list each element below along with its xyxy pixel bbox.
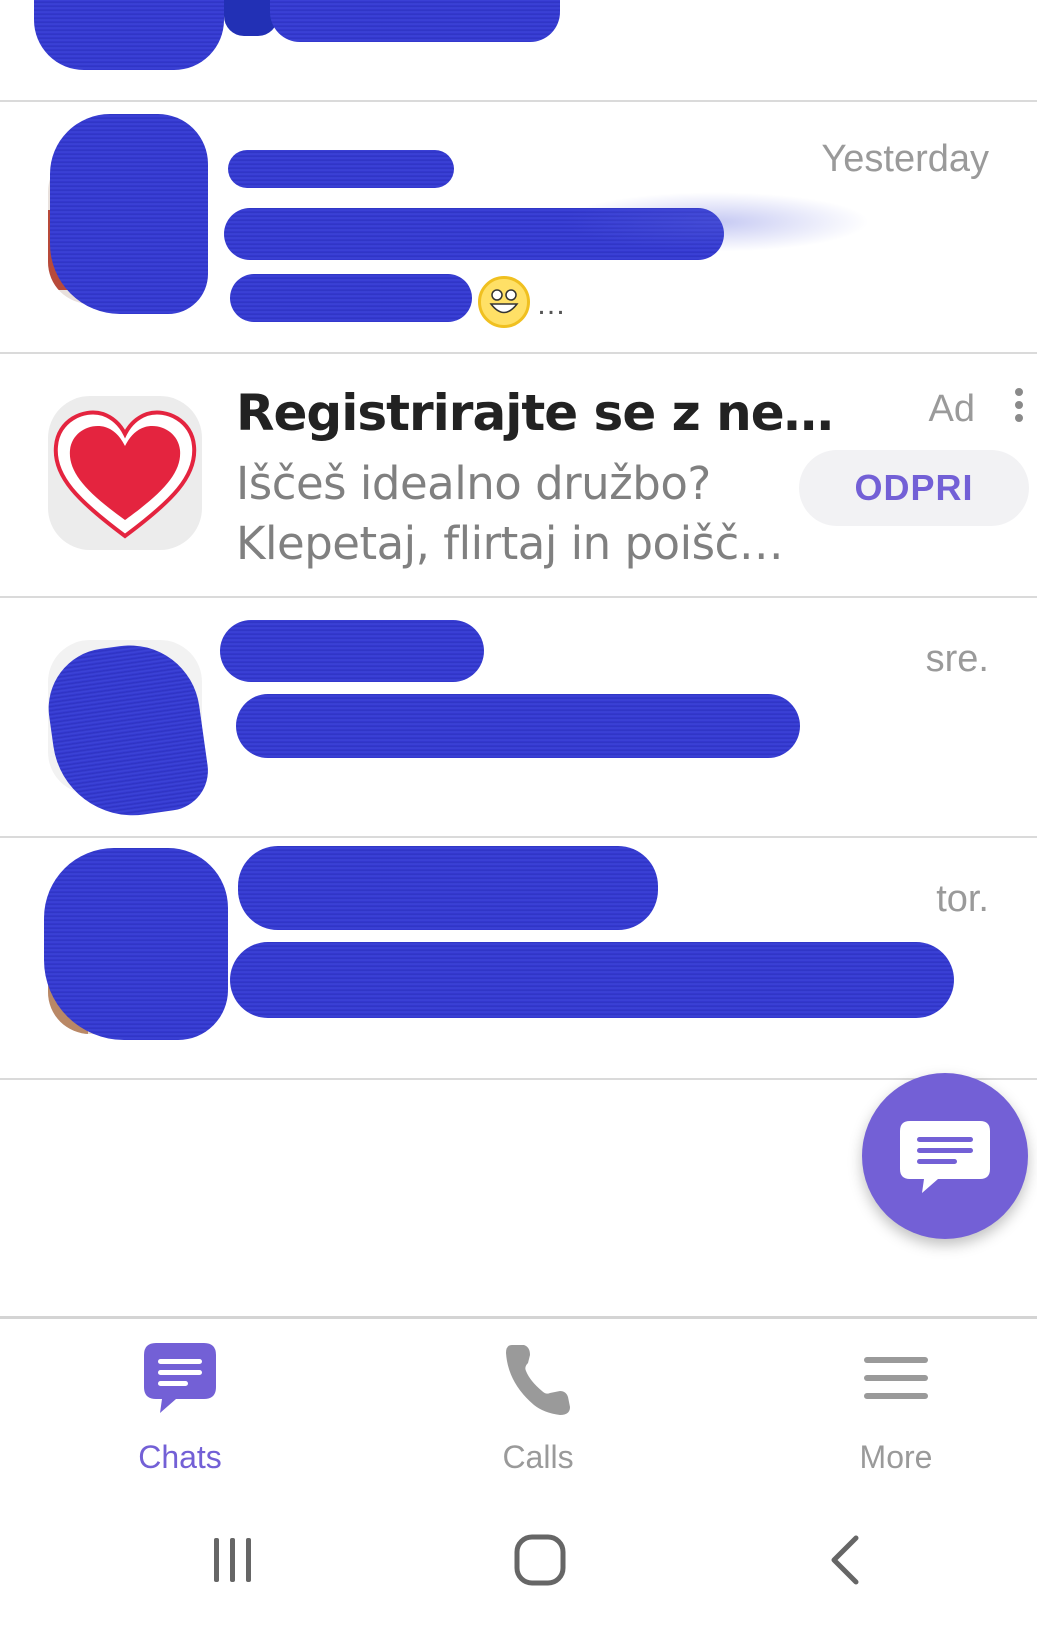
ad-description-line: Iščeš idealno družbo? [236,457,711,510]
chat-row-0[interactable] [0,0,1037,102]
ad-title: Registrirajte se z ne… [236,384,834,442]
redacted-scribble [44,848,228,1040]
redacted-scribble [230,942,954,1018]
tab-calls[interactable]: Calls [438,1339,638,1479]
timestamp: sre. [925,638,989,680]
kebab-menu-icon[interactable] [1013,388,1025,428]
tab-chats[interactable]: Chats [80,1339,280,1479]
compose-chat-button[interactable] [862,1073,1028,1239]
heart-icon [53,410,197,539]
redacted-scribble [228,150,454,188]
recent-apps-button[interactable] [202,1532,262,1588]
open-ad-button[interactable]: ODPRI [799,450,1029,526]
ad-description-line: Klepetaj, flirtaj in poišč… [236,517,784,570]
grinning-emoji-icon [478,276,530,328]
chat-bubble-icon [144,1343,216,1413]
redacted-scribble [220,620,484,682]
home-icon [514,1534,566,1586]
phone-icon [506,1345,570,1415]
chat-row-1[interactable]: … Yesterday [0,102,1037,354]
redacted-scribble [34,0,224,70]
home-button[interactable] [510,1532,570,1588]
redacted-scribble [230,274,472,322]
tab-label: More [859,1439,933,1475]
timestamp: tor. [936,878,989,920]
redacted-scribble [270,0,560,42]
redacted-scribble [50,114,208,314]
redacted-scribble [238,846,658,930]
redacted-scribble [236,694,800,758]
compose-chat-icon [900,1121,990,1193]
tab-more[interactable]: More [796,1339,996,1479]
ad-avatar [48,396,202,550]
tab-label: Chats [138,1439,222,1475]
recent-apps-icon [214,1538,251,1582]
chat-row-3[interactable]: sre. [0,598,1037,838]
chat-row-4[interactable]: tor. [0,838,1037,1080]
bottom-tab-bar: Chats Calls More [0,1316,1037,1486]
ad-row[interactable]: Registrirajte se z ne… Iščeš idealno dru… [0,354,1037,598]
ellipsis-text: … [536,288,566,321]
back-icon [831,1535,859,1585]
timestamp: Yesterday [821,138,989,180]
ad-badge: Ad [928,388,975,430]
ad-description: Iščeš idealno družbo? Klepetaj, flirtaj … [236,454,784,574]
blurred-text [560,192,870,252]
system-navigation-bar [0,1486,1037,1634]
tab-label: Calls [502,1439,574,1475]
hamburger-icon [864,1357,928,1399]
back-button[interactable] [818,1532,878,1588]
